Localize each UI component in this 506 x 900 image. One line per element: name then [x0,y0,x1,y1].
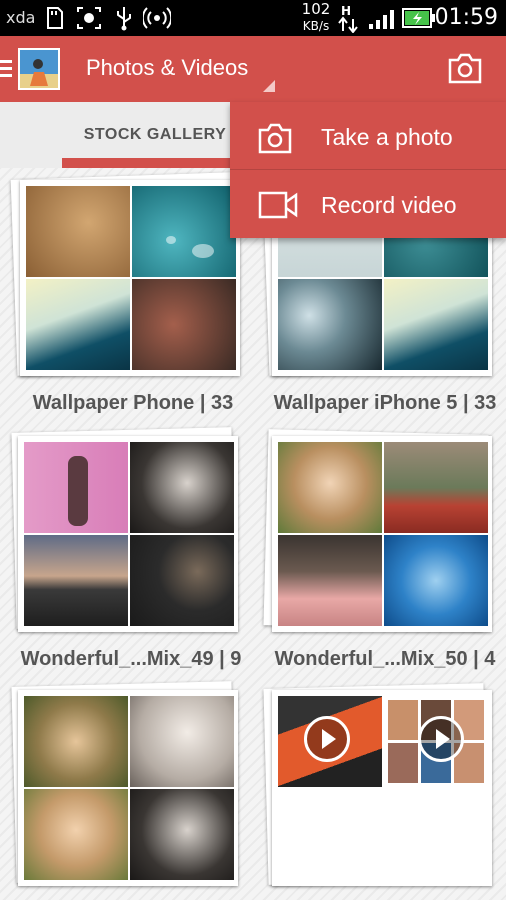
thumbnail [278,279,382,370]
thumbnail [130,789,234,880]
network-speed-value: 102 [301,0,331,18]
thumbnail [278,535,382,626]
battery-charging-icon [402,8,435,28]
thumbnail [26,279,130,370]
menu-item-label: Record video [321,192,457,218]
signal-icon [369,10,394,29]
network-speed: 102 KB/s [298,1,334,34]
thumbnail [278,442,382,533]
thumbnail [132,186,236,277]
overflow-dropdown-menu: Take a photo Record video [230,102,506,238]
album-label: Wonderful_...Mix_49 | 9 [20,648,242,670]
empty-thumbnail [384,789,488,880]
thumbnail [132,279,236,370]
thumbnail [24,442,128,533]
menu-item-label: Take a photo [321,124,453,150]
app-logo-icon[interactable] [18,48,60,90]
video-camera-icon [258,191,298,219]
play-icon[interactable] [304,716,350,762]
album-label: Wallpaper Phone | 33 [32,392,234,414]
usb-icon [117,7,131,31]
album-cover [272,690,492,886]
screenshot-icon [77,7,101,29]
thumbnail [130,442,234,533]
thumbnail [130,696,234,787]
active-tab-indicator [62,158,242,168]
app-bar: Photos & Videos [0,36,506,102]
menu-divider [230,169,506,170]
thumbnail [24,789,128,880]
thumbnail [26,186,130,277]
camera-action-icon[interactable] [448,52,482,84]
drawer-menu-icon[interactable] [0,60,12,78]
menu-item-take-photo[interactable]: Take a photo [230,104,506,170]
hotspot-icon [143,7,171,29]
empty-thumbnail [278,789,382,880]
album-label: Wonderful_...Mix_50 | 4 [274,648,496,670]
carrier-label: xda [6,8,36,27]
camera-icon [258,123,292,154]
thumbnail [130,535,234,626]
album-cover [272,436,492,632]
menu-item-record-video[interactable]: Record video [230,172,506,238]
status-bar: xda 102 KB/s H 01:59 [0,0,506,36]
thumbnail [384,442,488,533]
play-icon[interactable] [418,716,464,762]
album-cover [18,436,238,632]
clock: 01:59 [434,5,498,30]
album-cover [18,690,238,886]
thumbnail [384,535,488,626]
svg-text:H: H [341,4,351,18]
network-speed-unit: KB/s [302,19,330,33]
video-thumbnail [278,696,382,787]
sd-card-icon [47,7,63,29]
thumbnail [24,535,128,626]
thumbnail [24,696,128,787]
video-thumbnail [384,696,488,787]
app-title[interactable]: Photos & Videos [86,55,248,81]
album-label: Wallpaper iPhone 5 | 33 [273,392,497,414]
album-cover [20,180,240,376]
spinner-corner-icon [263,80,275,92]
thumbnail [384,279,488,370]
data-transfer-icon: H [338,4,358,33]
